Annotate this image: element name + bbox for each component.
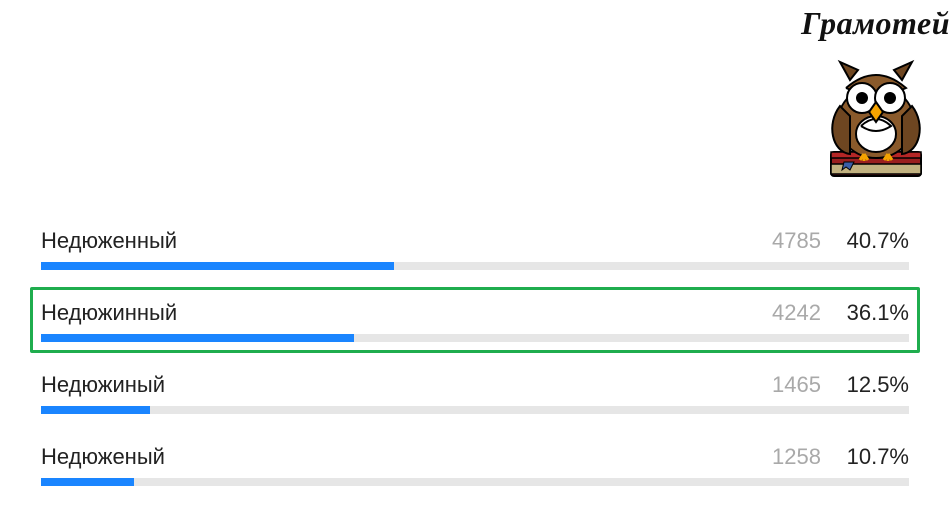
progress-fill <box>41 262 394 270</box>
poll-option-correct[interactable]: Недюжинный 4242 36.1% <box>30 287 920 353</box>
owl-on-book-icon <box>801 44 950 184</box>
poll-results: Недюженный 4785 40.7% Недюжинный 4242 36… <box>30 215 920 503</box>
progress-track <box>41 334 909 342</box>
option-percent: 12.5% <box>839 372 909 398</box>
option-count: 4242 <box>751 300 821 326</box>
option-percent: 10.7% <box>839 444 909 470</box>
poll-option[interactable]: Недюженый 1258 10.7% <box>30 431 920 497</box>
option-count: 4785 <box>751 228 821 254</box>
option-count: 1258 <box>751 444 821 470</box>
option-label: Недюжиный <box>41 372 751 398</box>
progress-fill <box>41 478 134 486</box>
option-percent: 36.1% <box>839 300 909 326</box>
option-count: 1465 <box>751 372 821 398</box>
poll-option[interactable]: Недюжиный 1465 12.5% <box>30 359 920 425</box>
option-label: Недюженный <box>41 228 751 254</box>
progress-fill <box>41 334 354 342</box>
option-percent: 40.7% <box>839 228 909 254</box>
poll-option[interactable]: Недюженный 4785 40.7% <box>30 215 920 281</box>
option-label: Недюженый <box>41 444 751 470</box>
progress-track <box>41 406 909 414</box>
app-title: Грамотей <box>801 5 950 42</box>
progress-track <box>41 478 909 486</box>
progress-fill <box>41 406 150 414</box>
app-logo: Грамотей <box>801 5 950 184</box>
progress-track <box>41 262 909 270</box>
option-label: Недюжинный <box>41 300 751 326</box>
